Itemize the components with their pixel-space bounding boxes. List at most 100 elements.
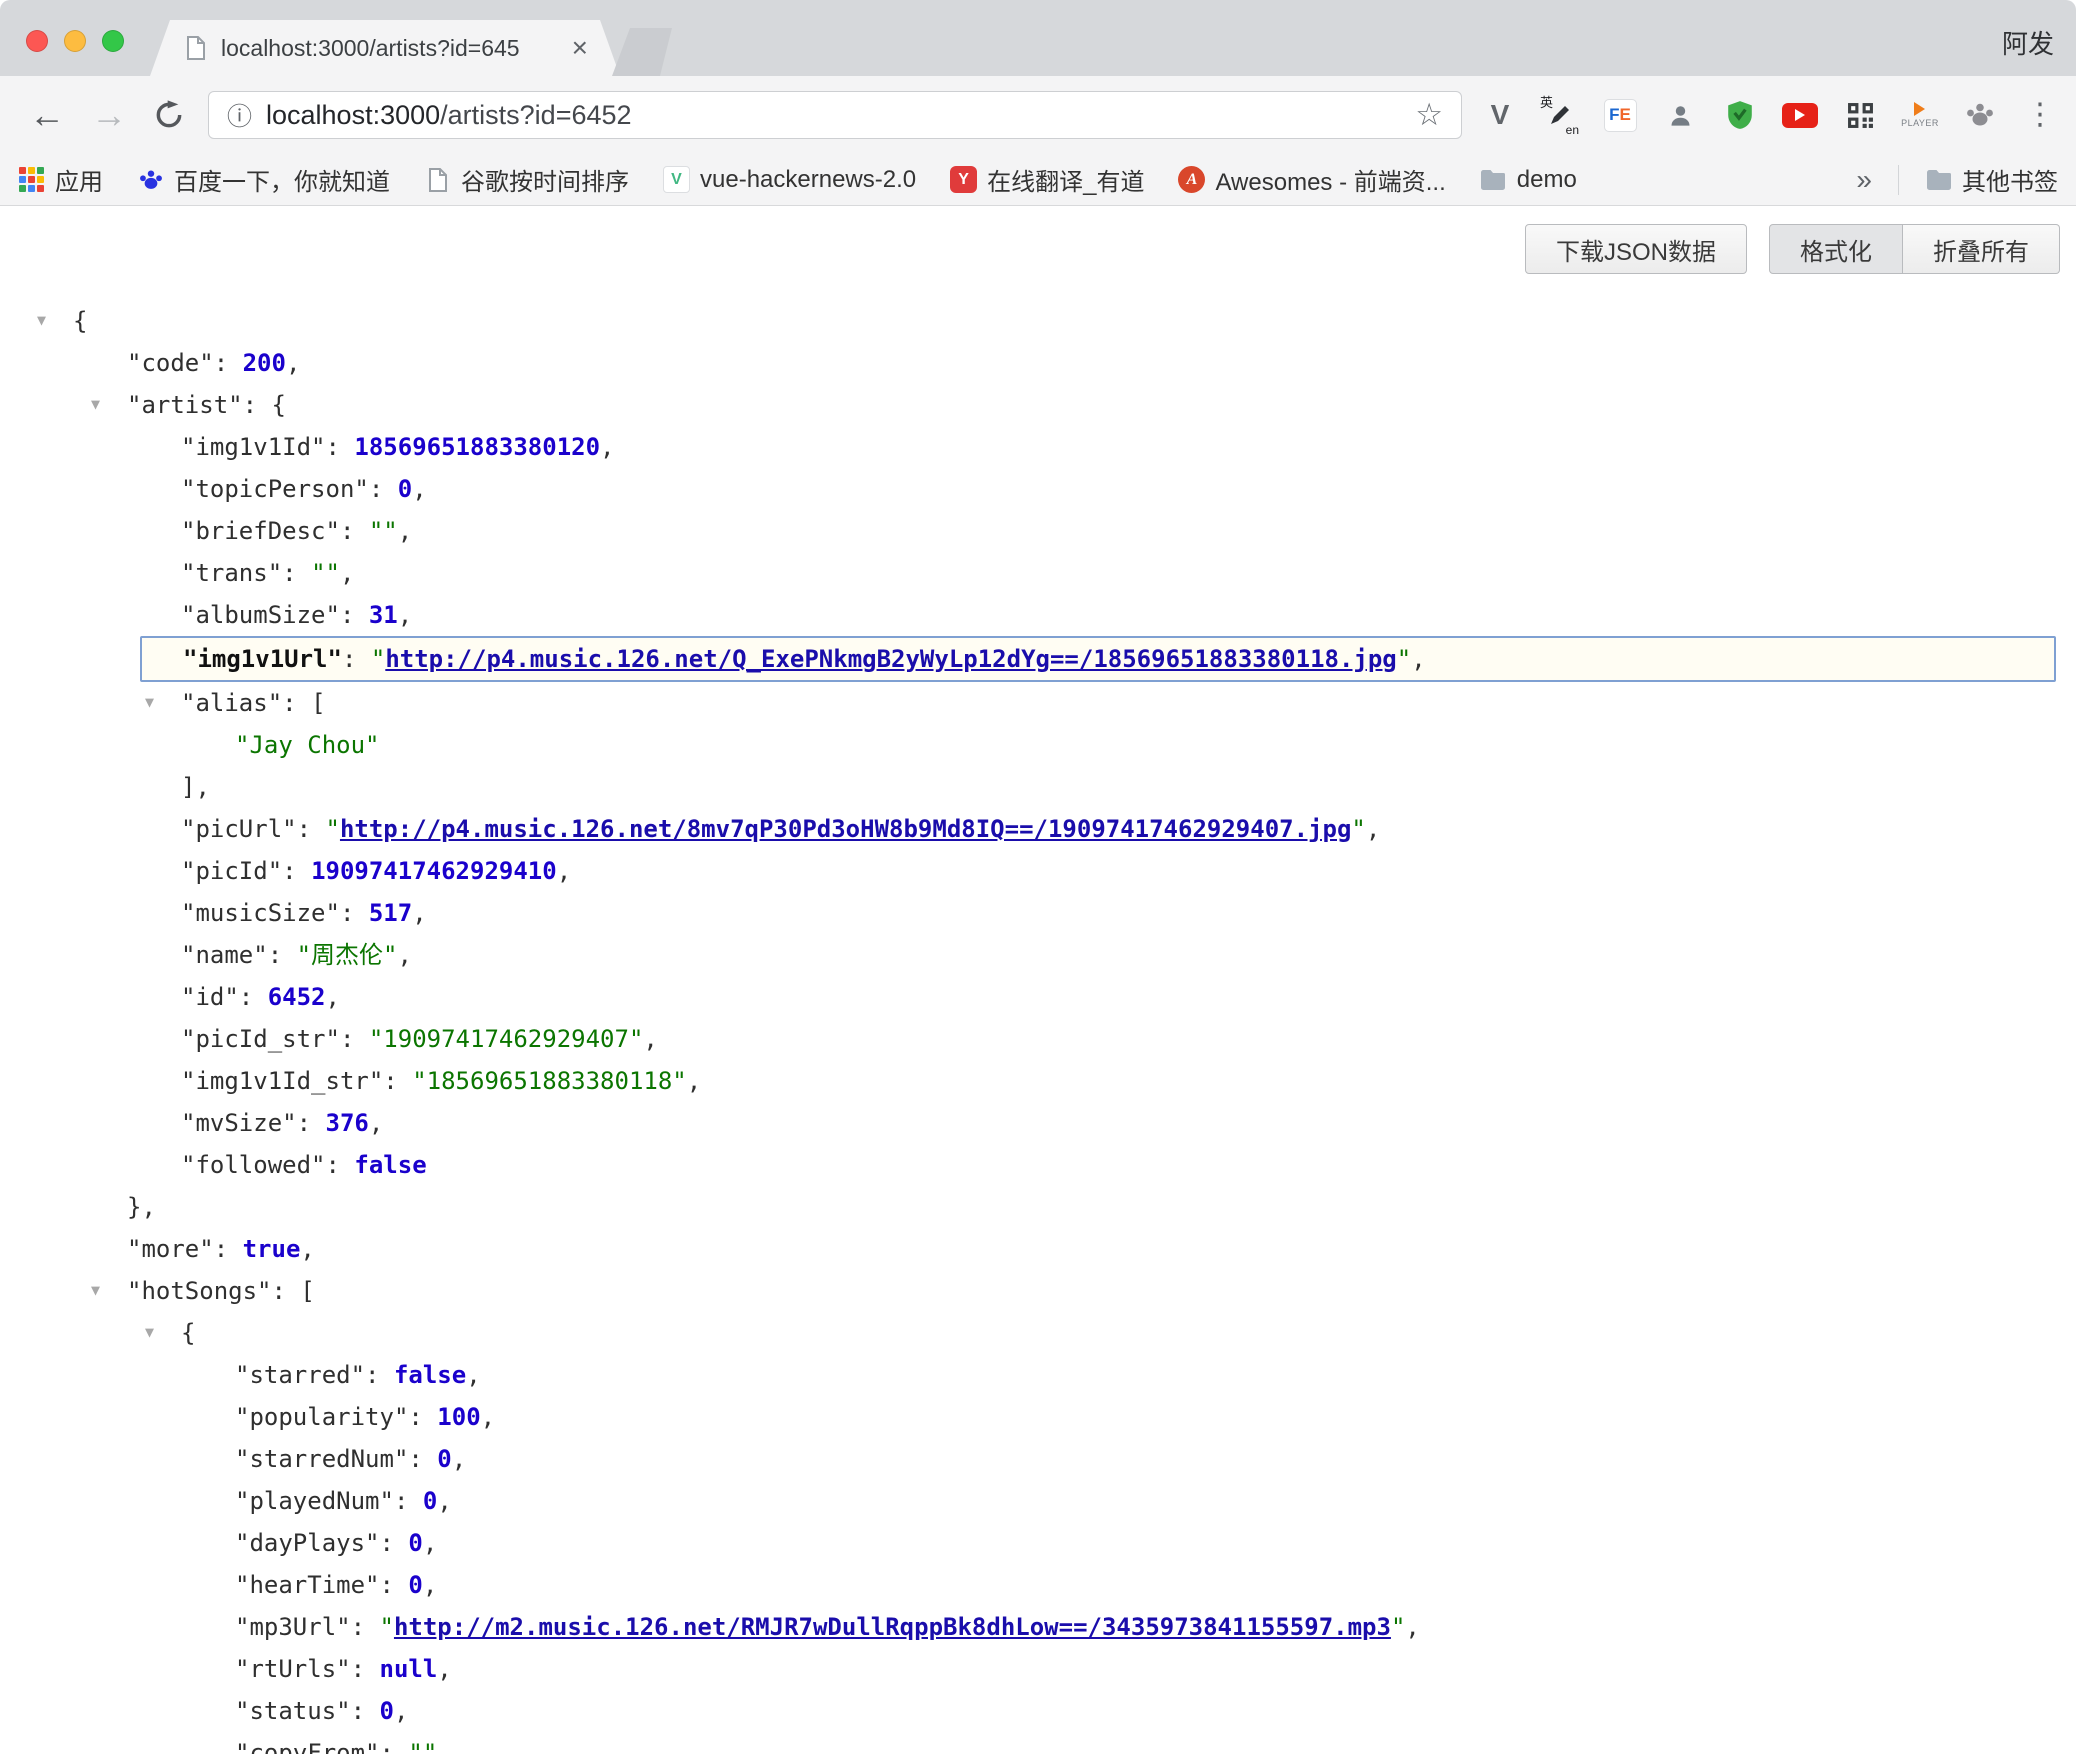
json-token: , xyxy=(437,1487,451,1515)
json-line-highlighted: "img1v1Url": "http://p4.music.126.net/Q_… xyxy=(140,636,2056,682)
json-token: , xyxy=(452,1445,466,1473)
minimize-window-button[interactable] xyxy=(64,30,86,52)
json-line: ▼"alias": [ xyxy=(0,682,2076,724)
pen-en-badge: en xyxy=(1566,123,1579,137)
maximize-window-button[interactable] xyxy=(102,30,124,52)
bookmark-label: demo xyxy=(1517,166,1577,194)
close-window-button[interactable] xyxy=(26,30,48,52)
bookmark-star-icon[interactable]: ☆ xyxy=(1415,97,1443,133)
json-value: false xyxy=(354,1151,426,1179)
json-token: : xyxy=(408,1403,437,1431)
new-tab-button[interactable] xyxy=(612,28,672,76)
reload-button[interactable] xyxy=(153,99,185,131)
collapse-arrow-icon[interactable]: ▼ xyxy=(37,313,46,328)
json-string: "" xyxy=(369,517,398,545)
translate-pen-extension-icon[interactable]: 英 en xyxy=(1540,93,1580,137)
page-info-icon[interactable]: ⓘ xyxy=(227,97,252,133)
browser-menu-icon[interactable]: ⋮ xyxy=(2020,93,2060,137)
json-token: : xyxy=(340,601,369,629)
tab-close-icon[interactable]: × xyxy=(572,34,588,62)
shield-extension-icon[interactable] xyxy=(1720,93,1760,137)
bookmark-google-sort[interactable]: 谷歌按时间排序 xyxy=(424,162,629,197)
user-extension-icon[interactable] xyxy=(1660,93,1700,137)
json-value: 0 xyxy=(380,1697,394,1725)
json-key: "img1v1Id_str" xyxy=(181,1067,383,1095)
back-button[interactable]: ← xyxy=(29,97,65,133)
json-key: "popularity" xyxy=(235,1403,408,1431)
player-extension-icon[interactable]: PLAYER xyxy=(1900,93,1940,137)
json-line: "Jay Chou" xyxy=(0,724,2076,766)
bookmark-awesomes[interactable]: A Awesomes - 前端资... xyxy=(1178,162,1445,197)
json-key: "rtUrls" xyxy=(235,1655,351,1683)
bookmark-demo[interactable]: demo xyxy=(1480,166,1577,194)
page-favicon-icon xyxy=(182,35,209,62)
json-key: "followed" xyxy=(181,1151,326,1179)
json-key: "more" xyxy=(127,1235,214,1263)
paw-extension-icon[interactable] xyxy=(1960,93,2000,137)
json-value: 18569651883380120 xyxy=(354,433,600,461)
collapse-all-button[interactable]: 折叠所有 xyxy=(1903,224,2060,274)
json-line: "name": "周杰伦", xyxy=(0,934,2076,976)
json-token: : xyxy=(326,1151,355,1179)
json-token: : xyxy=(342,645,371,673)
json-token: , xyxy=(1405,1613,1419,1641)
baidu-icon xyxy=(137,166,164,193)
json-line: "hearTime": 0, xyxy=(0,1564,2076,1606)
bookmark-label: 谷歌按时间排序 xyxy=(461,162,629,197)
json-token: , xyxy=(481,1403,495,1431)
json-line: "mp3Url": "http://m2.music.126.net/RMJR7… xyxy=(0,1606,2076,1648)
json-line: "starred": false, xyxy=(0,1354,2076,1396)
collapse-arrow-icon[interactable]: ▼ xyxy=(145,1325,154,1340)
collapse-arrow-icon[interactable]: ▼ xyxy=(91,397,100,412)
play-icon xyxy=(1914,102,1925,116)
json-value: 19097417462929410 xyxy=(311,857,557,885)
awesomes-icon: A xyxy=(1178,166,1205,193)
format-button[interactable]: 格式化 xyxy=(1769,224,1903,274)
bookmark-label: Awesomes - 前端资... xyxy=(1215,162,1445,197)
youdao-icon: Y xyxy=(950,166,977,193)
url-host: localhost:3000 xyxy=(266,100,440,130)
bookmark-baidu[interactable]: 百度一下，你就知道 xyxy=(137,162,390,197)
bookmark-youdao[interactable]: Y在线翻译_有道 xyxy=(950,162,1144,197)
browser-window: localhost:3000/artists?id=645 × 阿发 ← → ⓘ… xyxy=(0,0,2076,1754)
bookmarks-overflow-icon[interactable]: » xyxy=(1856,164,1872,196)
json-string: "Jay Chou" xyxy=(235,731,380,759)
json-token: , xyxy=(300,1235,314,1263)
download-json-button[interactable]: 下载JSON数据 xyxy=(1525,224,1747,274)
browser-toolbar: ← → ⓘ localhost:3000/artists?id=6452 ☆ V… xyxy=(0,76,2076,154)
bookmark-vue-hackernews[interactable]: Vvue-hackernews-2.0 xyxy=(663,166,916,194)
json-url-link[interactable]: http://m2.music.126.net/RMJR7wDullRqppBk… xyxy=(394,1613,1391,1641)
json-url-link[interactable]: http://p4.music.126.net/Q_ExePNkmgB2yWyL… xyxy=(385,645,1396,673)
json-token: : xyxy=(408,1445,437,1473)
json-line: "rtUrls": null, xyxy=(0,1648,2076,1690)
json-token: : xyxy=(272,1277,301,1305)
json-url-link[interactable]: http://p4.music.126.net/8mv7qP30Pd3oHW8b… xyxy=(340,815,1351,843)
youtube-extension-icon[interactable] xyxy=(1780,93,1820,137)
json-key: "artist" xyxy=(127,391,243,419)
collapse-arrow-icon[interactable]: ▼ xyxy=(91,1283,100,1298)
json-token: , xyxy=(412,899,426,927)
json-value: null xyxy=(380,1655,438,1683)
fe-extension-icon[interactable]: FE xyxy=(1600,93,1640,137)
qrcode-extension-icon[interactable] xyxy=(1840,93,1880,137)
json-line: "img1v1Id_str": "18569651883380118", xyxy=(0,1060,2076,1102)
json-token: " xyxy=(1397,645,1411,673)
url-text[interactable]: localhost:3000/artists?id=6452 xyxy=(266,100,632,131)
json-token: : xyxy=(380,1739,409,1754)
json-token: : xyxy=(282,559,311,587)
collapse-arrow-icon[interactable]: ▼ xyxy=(145,695,154,710)
json-token: : xyxy=(326,433,355,461)
address-bar[interactable]: ⓘ localhost:3000/artists?id=6452 ☆ xyxy=(208,91,1462,139)
json-line: "status": 0, xyxy=(0,1690,2076,1732)
apps-shortcut[interactable]: 应用 xyxy=(18,162,103,197)
json-value: 200 xyxy=(243,349,286,377)
json-token: , xyxy=(557,857,571,885)
vimium-extension-icon[interactable]: V xyxy=(1480,93,1520,137)
other-bookmarks-folder[interactable]: 其他书签 xyxy=(1925,162,2058,197)
profile-name[interactable]: 阿发 xyxy=(2002,24,2054,61)
json-string: "周杰伦" xyxy=(297,941,398,969)
json-token: , xyxy=(1411,645,1425,673)
json-token: : xyxy=(380,1571,409,1599)
json-key: "picId_str" xyxy=(181,1025,340,1053)
browser-tab[interactable]: localhost:3000/artists?id=645 × xyxy=(150,20,620,76)
